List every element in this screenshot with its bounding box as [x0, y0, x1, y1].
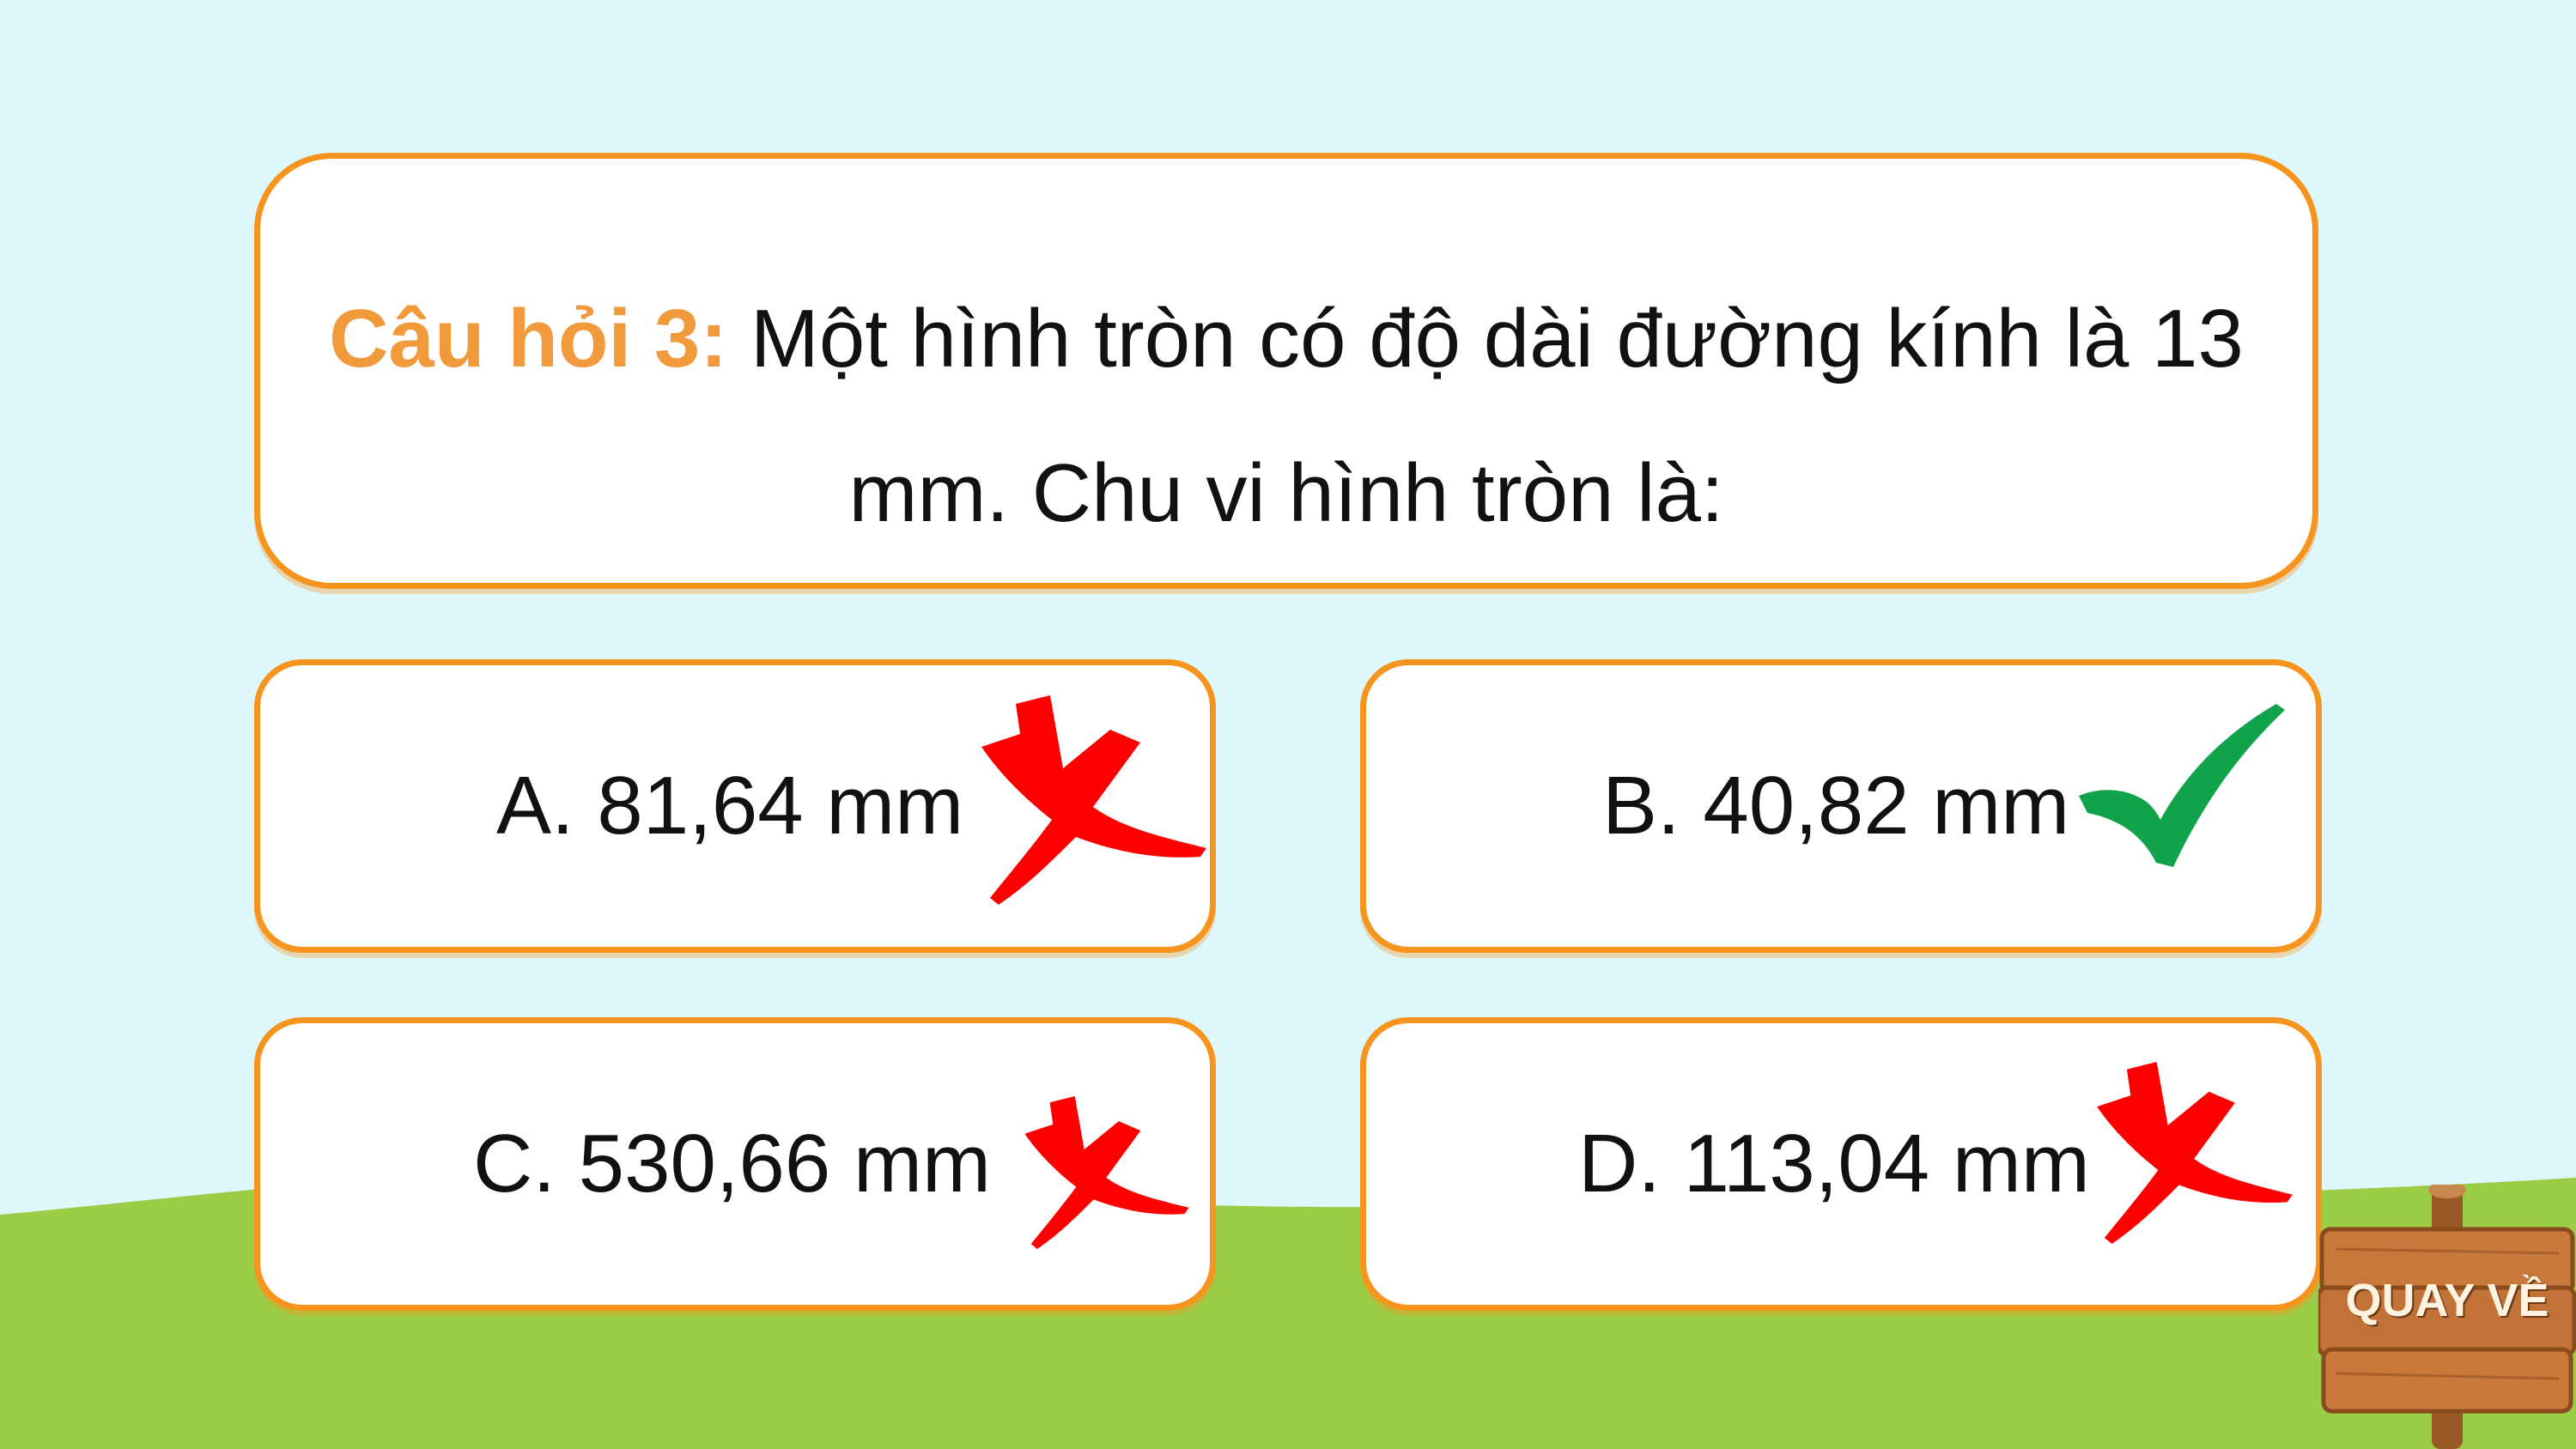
check-icon: [2079, 704, 2285, 867]
question-label: Câu hỏi 3:: [329, 293, 728, 385]
question-card: Câu hỏi 3: Một hình tròn có độ dài đường…: [254, 153, 2318, 589]
question-body: Một hình tròn có độ dài đường kính là 13…: [750, 293, 2244, 539]
answer-option-c[interactable]: C. 530,66 mm: [254, 1017, 1216, 1311]
question-text-block: Câu hỏi 3: Một hình tròn có độ dài đường…: [312, 262, 2261, 571]
answer-text: C. 530,66 mm: [473, 1118, 991, 1210]
cross-icon: [1024, 1096, 1189, 1249]
answer-option-a[interactable]: A. 81,64 mm: [254, 659, 1216, 953]
cross-icon: [981, 695, 1206, 905]
cross-icon: [2097, 1062, 2293, 1244]
answer-option-d[interactable]: D. 113,04 mm: [1360, 1017, 2322, 1311]
answer-text: B. 40,82 mm: [1602, 760, 2070, 852]
back-sign-label: QUAY VỀ: [2345, 1275, 2549, 1326]
answer-text: A. 81,64 mm: [496, 760, 964, 852]
back-sign-button[interactable]: QUAY VỀ: [2318, 1185, 2576, 1449]
answer-option-b[interactable]: B. 40,82 mm: [1360, 659, 2322, 953]
answer-text: D. 113,04 mm: [1578, 1118, 2090, 1210]
